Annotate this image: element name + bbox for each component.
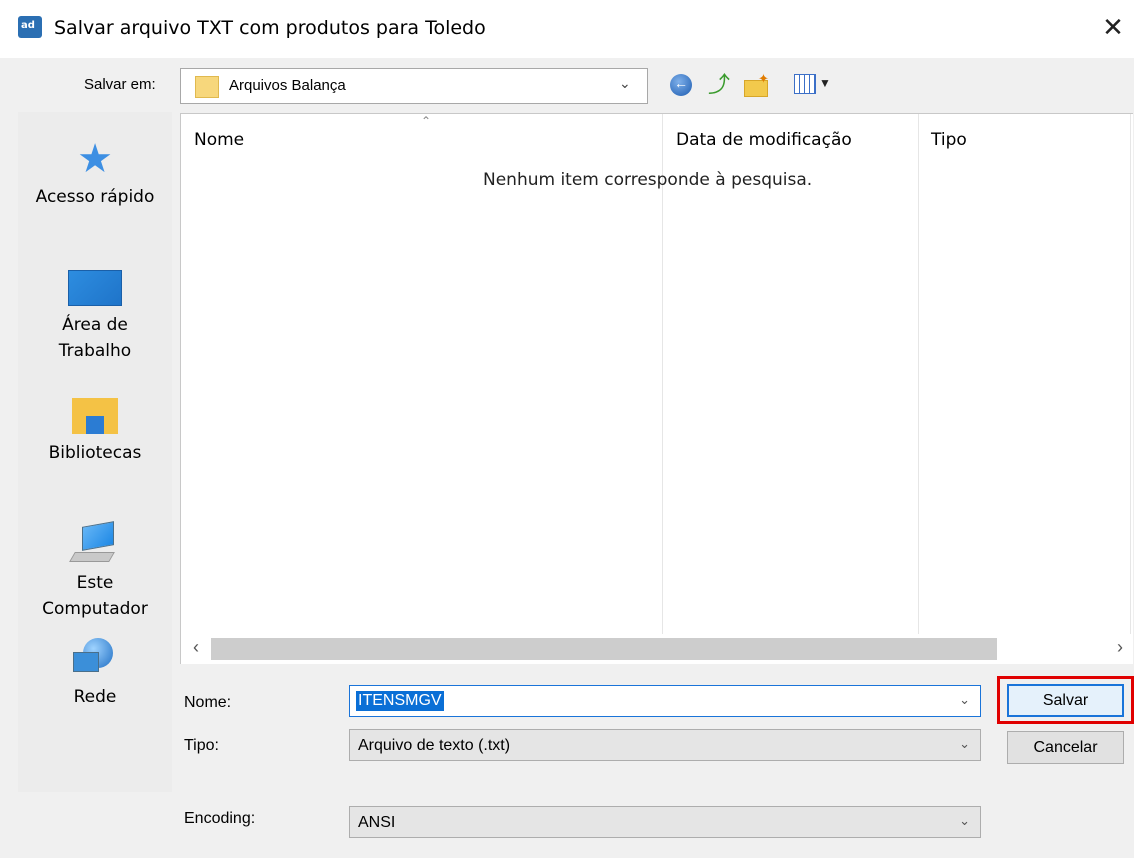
network-icon — [71, 638, 119, 678]
libraries-icon — [72, 398, 118, 434]
scroll-right-icon[interactable]: › — [1117, 637, 1123, 658]
file-type-value: Arquivo de texto (.txt) — [358, 737, 511, 754]
save-in-dropdown[interactable]: Arquivos Balança ⌄ — [180, 68, 648, 104]
place-libraries[interactable]: Bibliotecas — [18, 398, 172, 466]
sort-ascending-icon: ⌃ — [421, 114, 432, 128]
place-label: Acesso rápido — [35, 187, 155, 207]
column-header-type[interactable]: Tipo — [931, 130, 967, 150]
column-header-name[interactable]: Nome — [194, 130, 244, 150]
place-this-pc[interactable]: Este Computador — [18, 521, 172, 622]
place-network[interactable]: Rede — [18, 638, 172, 710]
views-dropdown-arrow-icon[interactable]: ▼ — [819, 76, 831, 90]
place-quick-access[interactable]: ★ Acesso rápido — [18, 137, 172, 210]
title-bar: ad Salvar arquivo TXT com produtos para … — [0, 0, 1134, 58]
column-header-date-modified[interactable]: Data de modificação — [676, 130, 852, 150]
folder-icon — [195, 76, 219, 98]
file-type-label: Tipo: — [184, 737, 219, 754]
new-folder-icon[interactable]: ✦ — [744, 71, 770, 97]
chevron-down-icon: ⌄ — [619, 75, 631, 91]
filename-value: ITENSMGV — [356, 691, 444, 711]
file-type-select[interactable]: Arquivo de texto (.txt) ⌄ — [349, 729, 981, 761]
place-label: Rede — [73, 687, 117, 707]
back-icon[interactable]: ← — [670, 74, 692, 96]
window-title: Salvar arquivo TXT com produtos para Tol… — [54, 17, 486, 39]
desktop-icon — [68, 270, 122, 306]
save-button[interactable]: Salvar — [1007, 684, 1124, 717]
places-bar: ★ Acesso rápido Área de Trabalho Bibliot… — [18, 112, 172, 792]
place-label: Bibliotecas — [48, 443, 142, 463]
cancel-button[interactable]: Cancelar — [1007, 731, 1124, 764]
column-divider — [1130, 114, 1131, 634]
scroll-left-icon[interactable]: ‹ — [193, 637, 199, 658]
quick-access-star-icon: ★ — [77, 137, 113, 181]
app-icon: ad — [18, 16, 42, 38]
horizontal-scrollbar[interactable]: ‹ › — [180, 634, 1133, 664]
save-in-value: Arquivos Balança — [229, 77, 346, 94]
scrollbar-thumb[interactable] — [211, 638, 997, 660]
chevron-down-icon: ⌄ — [959, 736, 970, 751]
encoding-label: Encoding: — [184, 810, 256, 827]
views-menu-icon[interactable] — [794, 74, 816, 94]
place-label: Área de Trabalho — [58, 315, 132, 361]
column-divider — [918, 114, 919, 634]
encoding-value: ANSI — [358, 814, 396, 831]
chevron-down-icon[interactable]: ⌄ — [959, 692, 970, 708]
empty-list-message: Nenhum item corresponde à pesquisa. — [483, 170, 813, 190]
filename-input[interactable]: ITENSMGV ⌄ — [349, 685, 981, 717]
save-in-label: Salvar em: — [84, 76, 156, 93]
close-icon[interactable]: ✕ — [1096, 12, 1130, 46]
app-icon-text: ad — [21, 20, 35, 31]
filename-label: Nome: — [184, 694, 232, 711]
chevron-down-icon: ⌄ — [959, 813, 970, 828]
column-divider — [662, 114, 663, 634]
encoding-select[interactable]: ANSI ⌄ — [349, 806, 981, 838]
file-list[interactable]: ⌃ Nome Data de modificação Tipo Nenhum i… — [180, 113, 1133, 634]
place-label: Este Computador — [42, 573, 148, 619]
place-desktop[interactable]: Área de Trabalho — [18, 270, 172, 364]
up-folder-icon[interactable]: ⤴ — [708, 74, 730, 96]
this-pc-icon — [69, 521, 118, 564]
